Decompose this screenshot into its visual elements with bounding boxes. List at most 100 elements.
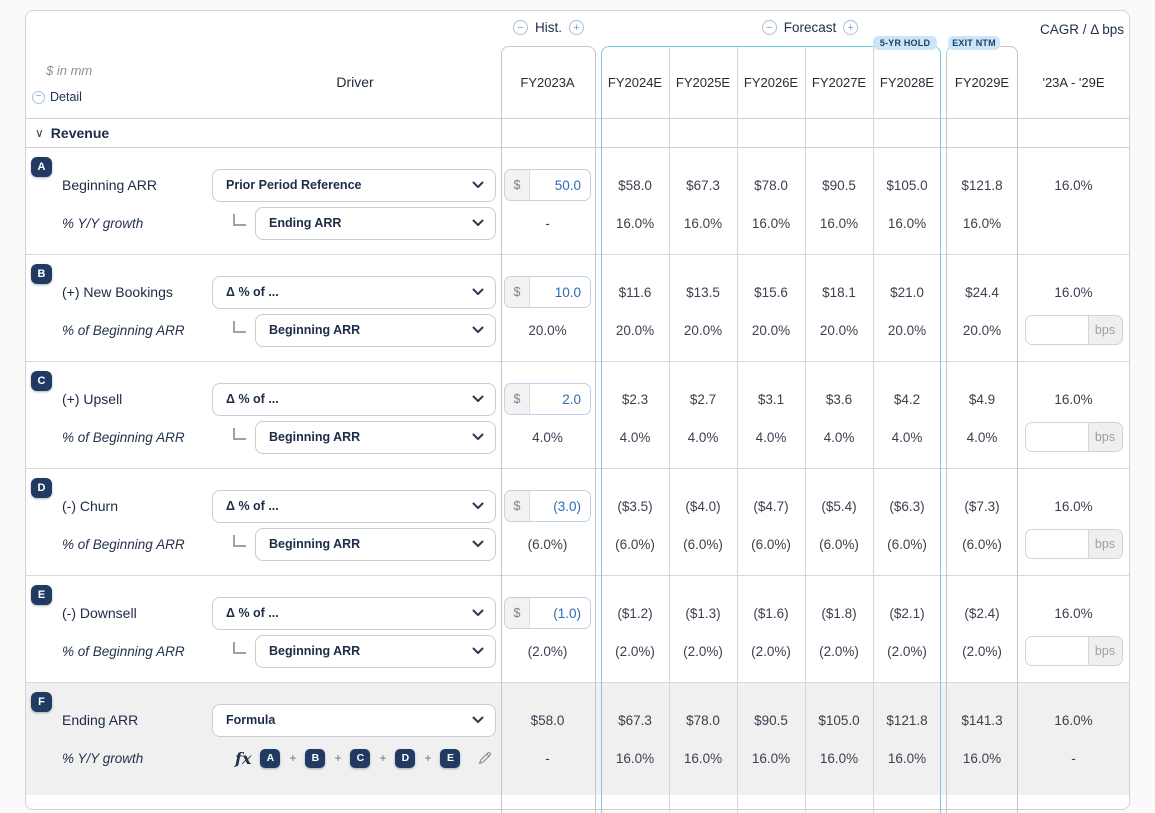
table-row-beginning-arr: A Beginning ARR % Y/Y growth Prior Perio… xyxy=(26,148,1129,255)
fy2023-input: $ xyxy=(504,383,591,415)
driver-select[interactable]: Formula xyxy=(212,703,496,737)
driver-select[interactable]: Δ % of ... xyxy=(212,275,496,309)
forecast-percent: (6.0%) xyxy=(819,536,859,552)
bps-value-input[interactable] xyxy=(1025,530,1088,558)
cagr-value: 16.0% xyxy=(1054,605,1093,621)
forecast-value: ($6.3) xyxy=(889,498,925,514)
sub-driver-connector-icon xyxy=(233,642,246,654)
forecast-value: $4.2 xyxy=(893,391,921,407)
fy2023-value-input[interactable] xyxy=(530,598,590,628)
edit-formula-pencil-icon[interactable] xyxy=(477,750,493,766)
driver-select-value: Δ % of ... xyxy=(226,499,279,513)
forecast-value: $78.0 xyxy=(754,177,788,193)
formula-operator: + xyxy=(289,751,297,765)
forecast-percent: 20.0% xyxy=(819,322,859,338)
chevron-down-icon xyxy=(472,433,484,440)
row-label: Beginning ARR xyxy=(62,177,157,193)
formula-token-e[interactable]: E xyxy=(440,748,461,768)
currency-prefix: $ xyxy=(505,170,530,200)
table-row-ending-arr: F Ending ARR % Y/Y growth Formula fx A +… xyxy=(26,683,1129,795)
forecast-percent: (2.0%) xyxy=(751,643,791,659)
forecast-value: ($1.2) xyxy=(617,605,653,621)
row-label: Ending ARR xyxy=(62,712,139,728)
row-badge-b: B xyxy=(31,264,52,284)
fy2023-percent: - xyxy=(545,750,550,766)
fy2023-value-input[interactable] xyxy=(530,170,590,200)
forecast-add-column-icon[interactable]: + xyxy=(843,20,859,35)
forecast-value: ($4.0) xyxy=(685,498,721,514)
forecast-percent: (2.0%) xyxy=(819,643,859,659)
forecast-percent: 4.0% xyxy=(755,429,787,445)
forecast-percent: 16.0% xyxy=(751,215,791,231)
chevron-down-icon xyxy=(472,609,484,616)
sub-driver-connector-icon xyxy=(233,321,246,333)
column-header-fy2027e: FY2027E xyxy=(811,74,867,90)
formula-token-c[interactable]: C xyxy=(350,748,371,768)
driver-select[interactable]: Δ % of ... xyxy=(212,596,496,630)
forecast-value: ($5.4) xyxy=(821,498,857,514)
forecast-remove-column-icon[interactable]: − xyxy=(761,20,777,35)
forecast-percent: 20.0% xyxy=(683,322,723,338)
bps-value-input[interactable] xyxy=(1025,316,1088,344)
formula-token-b[interactable]: B xyxy=(305,748,326,768)
formula-operator: + xyxy=(334,751,342,765)
bps-adjust-input: bps xyxy=(1024,529,1123,559)
exit-percent: 16.0% xyxy=(962,750,1002,766)
forecast-percent: 16.0% xyxy=(615,750,655,766)
table-header-main: $ in mm − Detail Driver FY2023A FY2024E … xyxy=(26,46,1129,119)
exit-value: $141.3 xyxy=(961,712,1003,728)
sub-driver-select[interactable]: Beginning ARR xyxy=(255,527,496,561)
fx-icon: fx xyxy=(235,748,252,768)
forecast-percent: 16.0% xyxy=(887,750,927,766)
exit-value: $121.8 xyxy=(961,177,1003,193)
row-label: (+) New Bookings xyxy=(62,284,173,300)
row-badge-c: C xyxy=(31,371,52,391)
fy2023-value-input[interactable] xyxy=(530,277,590,307)
forecast-value: $21.0 xyxy=(890,284,924,300)
cagr-value: 16.0% xyxy=(1054,498,1093,514)
forecast-percent: 16.0% xyxy=(751,750,791,766)
hist-add-column-icon[interactable]: + xyxy=(569,20,584,35)
forecast-value: $58.0 xyxy=(618,177,652,193)
forecast-value: $121.8 xyxy=(886,712,928,728)
hist-range-control: − Hist. + xyxy=(501,20,596,35)
sub-driver-select[interactable]: Beginning ARR xyxy=(255,420,496,454)
bps-suffix: bps xyxy=(1087,637,1122,665)
exit-percent: 16.0% xyxy=(962,215,1002,231)
section-collapse-icon[interactable]: ∨ xyxy=(35,126,44,140)
forecast-value: $67.3 xyxy=(618,712,652,728)
row-badge-e: E xyxy=(31,585,52,605)
currency-prefix: $ xyxy=(505,491,530,521)
sub-driver-select[interactable]: Beginning ARR xyxy=(255,313,496,347)
driver-select[interactable]: Prior Period Reference xyxy=(212,168,496,202)
driver-select[interactable]: Δ % of ... xyxy=(212,489,496,523)
bps-value-input[interactable] xyxy=(1025,423,1088,451)
fy2023-value-input[interactable] xyxy=(530,491,590,521)
cagr-sub xyxy=(1018,210,1129,236)
sub-driver-select[interactable]: Ending ARR xyxy=(255,206,496,240)
sub-driver-connector-icon xyxy=(233,214,246,226)
forecast-value: ($2.1) xyxy=(889,605,925,621)
fy2023-value-input[interactable] xyxy=(530,384,590,414)
row-badge-d: D xyxy=(31,478,52,498)
fy2023-input: $ xyxy=(504,490,591,522)
row-sublabel: % of Beginning ARR xyxy=(62,429,185,445)
bps-adjust-input: bps xyxy=(1024,422,1123,452)
driver-select[interactable]: Δ % of ... xyxy=(212,382,496,416)
formula-token-d[interactable]: D xyxy=(395,748,416,768)
formula-token-a[interactable]: A xyxy=(260,748,281,768)
fy2023-percent: 20.0% xyxy=(528,322,567,338)
bps-value-input[interactable] xyxy=(1025,637,1088,665)
fy2023-percent: (6.0%) xyxy=(527,536,568,552)
forecast-percent: (2.0%) xyxy=(683,643,723,659)
column-header-fy2025e: FY2025E xyxy=(675,74,731,90)
sub-driver-connector-icon xyxy=(233,535,246,547)
sub-driver-select[interactable]: Beginning ARR xyxy=(255,634,496,668)
hist-remove-column-icon[interactable]: − xyxy=(513,20,528,35)
cagr-sub: - xyxy=(1071,750,1076,766)
forecast-value: ($1.3) xyxy=(685,605,721,621)
table-row-churn: D (-) Churn % of Beginning ARR Δ % of ..… xyxy=(26,469,1129,576)
forecast-value: $67.3 xyxy=(686,177,720,193)
forecast-percent: (6.0%) xyxy=(751,536,791,552)
section-row-revenue[interactable]: ∨ Revenue xyxy=(26,119,1129,148)
